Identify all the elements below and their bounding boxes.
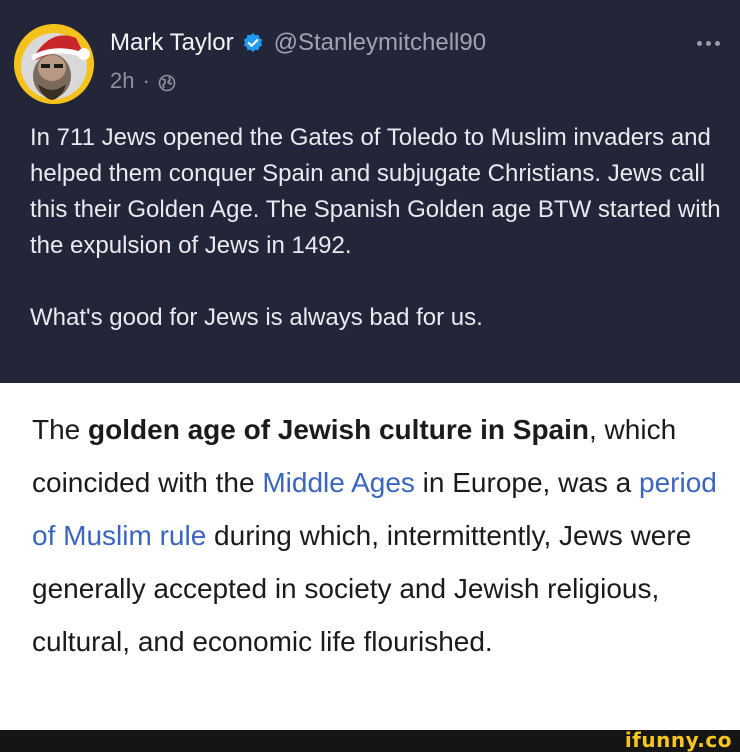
- globe-icon: [158, 72, 176, 92]
- excerpt-text: The golden age of Jewish culture in Spai…: [32, 403, 722, 668]
- excerpt-intro: The: [32, 414, 89, 445]
- tweet-body: In 711 Jews opened the Gates of Toledo t…: [30, 120, 730, 336]
- tweet-paragraph-1: In 711 Jews opened the Gates of Toledo t…: [30, 124, 721, 259]
- verified-badge-icon: [242, 32, 264, 54]
- tweet-paragraph-2: What's good for Jews is always bad for u…: [30, 304, 483, 331]
- ifunny-watermark: ifunny.co: [624, 728, 732, 752]
- author-row: Mark Taylor @Stanleymitchell90: [110, 26, 486, 60]
- meta-separator: ·: [142, 68, 150, 93]
- santa-hat-avatar-icon: [14, 24, 94, 104]
- more-horizontal-icon[interactable]: [697, 26, 720, 60]
- excerpt-bold-term: golden age of Jewish culture in Spain: [88, 414, 589, 445]
- excerpt-part-3: in Europe, was a: [414, 467, 640, 498]
- tweet-timestamp[interactable]: 2h: [110, 68, 134, 94]
- quoted-excerpt: The golden age of Jewish culture in Spai…: [0, 383, 740, 730]
- author-display-name[interactable]: Mark Taylor: [110, 29, 234, 57]
- author-handle[interactable]: @Stanleymitchell90: [274, 29, 486, 57]
- tweet-card: Mark Taylor @Stanleymitchell90 2h · In 7…: [0, 0, 740, 383]
- link-middle-ages[interactable]: Middle Ages: [262, 467, 415, 498]
- tweet-meta: 2h ·: [110, 66, 176, 96]
- author-avatar[interactable]: [14, 24, 94, 104]
